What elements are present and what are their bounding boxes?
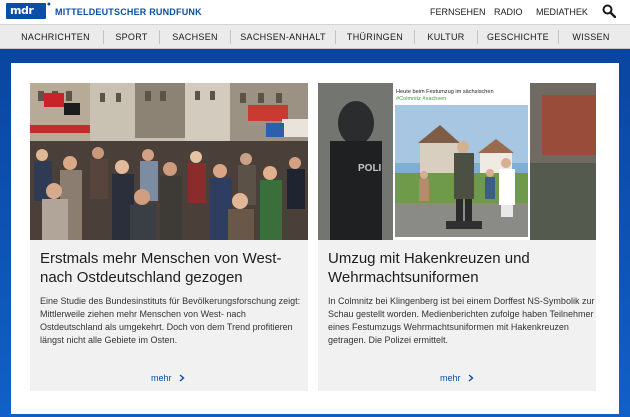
article-headline[interactable]: Erstmals mehr Menschen von West- nach Os…	[40, 249, 302, 287]
chevron-right-icon	[179, 373, 185, 382]
search-icon[interactable]	[602, 4, 616, 18]
top-header: mdr ● MITTELDEUTSCHER RUNDFUNK FERNSEHEN…	[0, 0, 630, 24]
mdr-logo[interactable]: mdr ●	[6, 1, 51, 19]
more-link-label: mehr	[440, 373, 461, 383]
nav-item-wissen[interactable]: WISSEN	[559, 25, 623, 50]
more-link-label: mehr	[151, 373, 172, 383]
top-link-fernsehen[interactable]: FERNSEHEN	[430, 7, 486, 17]
article-headline[interactable]: Umzug mit Hakenkreuzen und Wehrmachtsuni…	[328, 249, 590, 287]
article-image-crowd[interactable]	[30, 83, 308, 240]
image-caption: Heute beim Festumzug im sächsischen	[396, 89, 494, 95]
more-link[interactable]: mehr	[151, 373, 186, 383]
nav-item-sachsen-anhalt[interactable]: SACHSEN-ANHALT	[231, 25, 335, 50]
nav-item-kultur[interactable]: KULTUR	[415, 25, 477, 50]
registered-mark-icon: ●	[46, 1, 51, 8]
nav-item-thueringen[interactable]: THÜRINGEN	[336, 25, 414, 50]
nav-item-sachsen[interactable]: SACHSEN	[160, 25, 230, 50]
chevron-right-icon	[468, 373, 474, 382]
main-navigation: NACHRICHTEN SPORT SACHSEN SACHSEN-ANHALT…	[0, 24, 630, 49]
brand-name[interactable]: MITTELDEUTSCHER RUNDFUNK	[55, 7, 202, 17]
article-image-parade[interactable]: POLI Heute beim Festumzug im sächsischen…	[318, 83, 596, 240]
crowd-photo	[30, 83, 308, 240]
police-text: POLI	[358, 163, 382, 174]
top-link-mediathek[interactable]: MEDIATHEK	[536, 7, 588, 17]
logo-text: mdr	[10, 4, 34, 17]
nav-item-sport[interactable]: SPORT	[104, 25, 159, 50]
article-card-migration[interactable]: Erstmals mehr Menschen von West- nach Os…	[30, 83, 308, 391]
nav-item-geschichte[interactable]: GESCHICHTE	[478, 25, 558, 50]
image-hashtags: #Colmnitz #sachsen	[396, 96, 446, 102]
nav-item-nachrichten[interactable]: NACHRICHTEN	[8, 25, 103, 50]
article-teaser: Eine Studie des Bundesinstituts für Bevö…	[40, 296, 301, 345]
article-teaser: In Colmnitz bei Klingenberg ist bei eine…	[328, 296, 595, 345]
parade-photo: POLI Heute beim Festumzug im sächsischen…	[318, 83, 596, 240]
top-link-radio[interactable]: RADIO	[494, 7, 523, 17]
article-card-festumzug[interactable]: POLI Heute beim Festumzug im sächsischen…	[318, 83, 596, 391]
more-link[interactable]: mehr	[440, 373, 475, 383]
